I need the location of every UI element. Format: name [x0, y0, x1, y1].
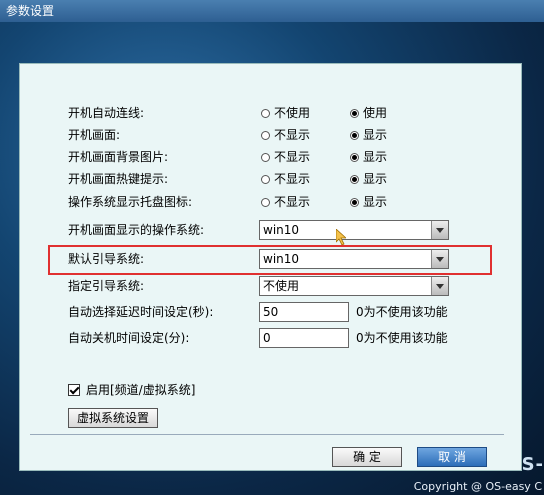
radio-boot-screen-on[interactable]: 显示 — [350, 124, 387, 146]
label-specified-boot: 指定引导系统: — [68, 279, 145, 293]
setting-label-hotkey-hint: 开机画面热键提示: — [68, 172, 169, 186]
cancel-button[interactable]: 取 消 — [417, 447, 487, 467]
radio-auto-connect-off[interactable]: 不使用 — [261, 102, 310, 124]
radio-boot-bg-off[interactable]: 不显示 — [261, 146, 310, 168]
radio-icon — [350, 108, 359, 118]
label-default-boot: 默认引导系统: — [68, 252, 145, 266]
enable-virtual-label: 启用[频道/虚拟系统] — [86, 383, 196, 397]
radio-icon — [350, 152, 359, 162]
radio-tray-icon-off[interactable]: 不显示 — [261, 191, 310, 213]
virtual-settings-button[interactable]: 虚拟系统设置 — [68, 408, 158, 428]
radio-icon — [350, 174, 359, 184]
label-boot-os-display: 开机画面显示的操作系统: — [68, 223, 205, 237]
copyright-text: Copyright @ OS-easy C — [413, 480, 542, 493]
window-title: 参数设置 — [0, 0, 544, 22]
hint-auto-select-delay: 0为不使用该功能 — [356, 305, 448, 319]
radio-icon — [261, 197, 270, 207]
select-specified-boot[interactable]: 不使用 — [259, 276, 449, 296]
radio-icon — [261, 174, 270, 184]
radio-hotkey-hint-off[interactable]: 不显示 — [261, 168, 310, 190]
radio-boot-screen-off[interactable]: 不显示 — [261, 124, 310, 146]
mouse-cursor-icon — [336, 229, 346, 245]
divider — [30, 434, 504, 435]
input-auto-select-delay[interactable]: 50 — [259, 302, 349, 322]
radio-boot-bg-on[interactable]: 显示 — [350, 146, 387, 168]
radio-icon — [350, 130, 359, 140]
chevron-down-icon — [431, 221, 448, 239]
radio-hotkey-hint-on[interactable]: 显示 — [350, 168, 387, 190]
setting-label-auto-connect: 开机自动连线: — [68, 106, 145, 120]
radio-icon — [261, 130, 270, 140]
enable-virtual-checkbox[interactable] — [68, 384, 80, 396]
radio-tray-icon-on[interactable]: 显示 — [350, 191, 387, 213]
select-boot-os-display[interactable]: win10 — [259, 220, 449, 240]
ok-button[interactable]: 确 定 — [332, 447, 402, 467]
label-auto-select-delay: 自动选择延迟时间设定(秒): — [68, 305, 214, 319]
select-default-boot[interactable]: win10 — [259, 249, 449, 269]
radio-icon — [350, 197, 359, 207]
chevron-down-icon — [431, 277, 448, 295]
chevron-down-icon — [431, 250, 448, 268]
setting-label-tray-icon: 操作系统显示托盘图标: — [68, 195, 193, 209]
radio-icon — [261, 108, 270, 118]
hint-auto-shutdown: 0为不使用该功能 — [356, 331, 448, 345]
setting-label-boot-bg: 开机画面背景图片: — [68, 150, 169, 164]
radio-icon — [261, 152, 270, 162]
radio-auto-connect-on[interactable]: 使用 — [350, 102, 387, 124]
brand-logo-text: S- — [521, 454, 544, 475]
input-auto-shutdown[interactable]: 0 — [259, 328, 349, 348]
label-auto-shutdown: 自动关机时间设定(分): — [68, 331, 190, 345]
setting-label-boot-screen: 开机画面: — [68, 128, 121, 142]
